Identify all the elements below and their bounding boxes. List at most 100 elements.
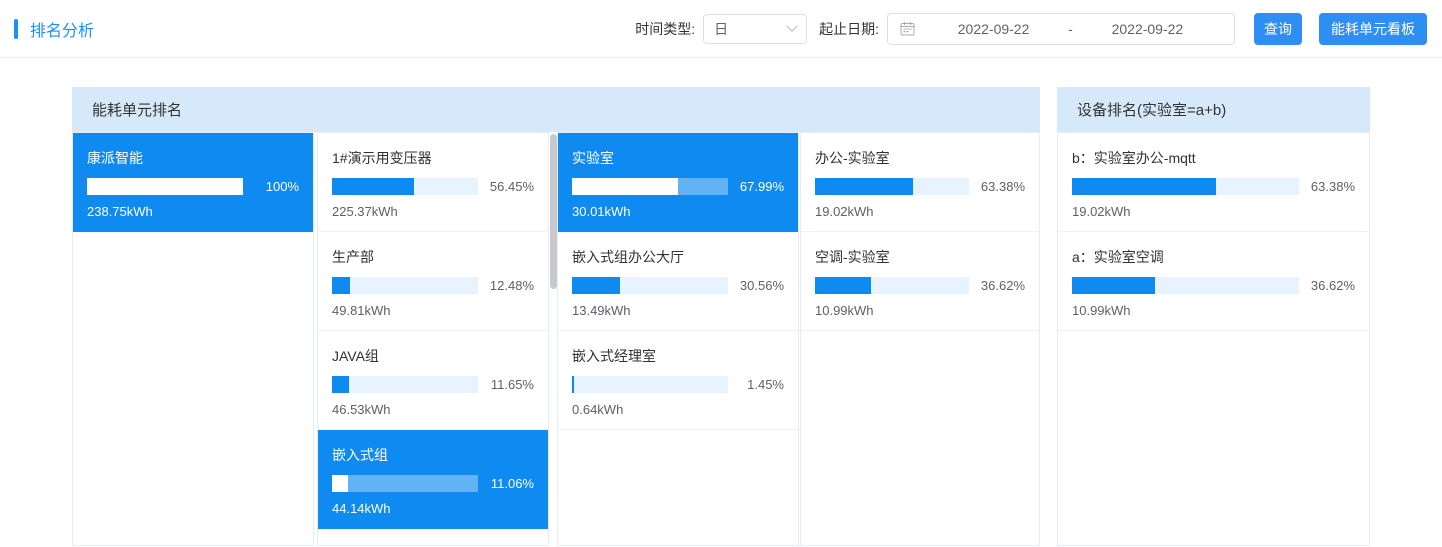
end-date-input[interactable]: 2022-09-22 [1073,21,1222,37]
energy-unit-ranking-title: 能耗单元排名 [72,87,1040,132]
progress-bar-fill [332,475,348,492]
progress-bar-track [815,277,969,294]
energy-value: 49.81kWh [332,303,534,318]
unit-name: 嵌入式组 [332,445,534,465]
progress-row: 63.38% [815,178,1025,195]
percent-label: 100% [243,179,299,194]
progress-bar-track [332,178,478,195]
energy-value: 19.02kWh [815,204,1025,219]
time-type-value: 日 [714,19,788,39]
energy-value: 225.37kWh [332,204,534,219]
progress-bar-fill [572,178,678,195]
ranking-column-level4: 办公-实验室 63.38% 19.02kWh 空调-实验室 36.62% 10.… [800,132,1040,546]
progress-bar-track [332,475,478,492]
progress-bar-fill [815,277,871,294]
progress-bar-track [572,178,728,195]
progress-bar-track [87,178,243,195]
ranking-card[interactable]: 嵌入式组 11.06% 44.14kWh [318,430,548,529]
energy-unit-ranking-body: 康派智能 100% 238.75kWh 1#演示用变压器 56.45% 225.… [72,132,1040,546]
progress-row: 36.62% [1072,277,1355,294]
ranking-card[interactable]: 嵌入式组办公大厅 30.56% 13.49kWh [558,232,798,331]
topbar: 排名分析 时间类型: 日 起止日期: 202 [0,0,1442,58]
progress-row: 36.62% [815,277,1025,294]
ranking-card[interactable]: b：实验室办公-mqtt 63.38% 19.02kWh [1058,133,1369,232]
ranking-card[interactable]: 康派智能 100% 238.75kWh [73,133,313,232]
energy-value: 30.01kWh [572,204,784,219]
unit-name: 生产部 [332,247,534,267]
progress-bar-fill [1072,277,1155,294]
ranking-card[interactable]: a：实验室空调 36.62% 10.99kWh [1058,232,1369,331]
time-type-label: 时间类型: [635,19,695,39]
device-ranking-panel: 设备排名(实验室=a+b) b：实验室办公-mqtt 63.38% 19.02k… [1057,87,1370,546]
progress-row: 100% [87,178,299,195]
progress-bar-fill [332,277,350,294]
unit-name: 嵌入式经理室 [572,346,784,366]
time-type-select[interactable]: 日 [703,14,807,44]
percent-label: 12.48% [478,278,534,293]
energy-value: 13.49kWh [572,303,784,318]
ranking-column-level1: 康派智能 100% 238.75kWh [72,132,314,546]
device-ranking-body: b：实验室办公-mqtt 63.38% 19.02kWh a：实验室空调 36.… [1057,132,1370,546]
date-range-picker[interactable]: 2022-09-22 - 2022-09-22 [887,13,1235,45]
ranking-card[interactable]: 嵌入式经理室 1.45% 0.64kWh [558,331,798,430]
unit-name: 1#演示用变压器 [332,148,534,168]
percent-label: 11.65% [478,377,534,392]
ranking-card[interactable]: 生产部 12.48% 49.81kWh [318,232,548,331]
percent-label: 36.62% [969,278,1025,293]
progress-bar-fill [1072,178,1216,195]
device-ranking-column: b：实验室办公-mqtt 63.38% 19.02kWh a：实验室空调 36.… [1057,132,1370,546]
unit-name: 嵌入式组办公大厅 [572,247,784,267]
percent-label: 63.38% [1299,179,1355,194]
energy-value: 46.53kWh [332,402,534,417]
progress-bar-fill [87,178,243,195]
progress-bar-track [332,376,478,393]
progress-bar-fill [332,376,349,393]
progress-bar-track [332,277,478,294]
ranking-card[interactable]: JAVA组 11.65% 46.53kWh [318,331,548,430]
title-accent-bar [14,19,18,39]
progress-bar-track [1072,277,1299,294]
energy-value: 0.64kWh [572,402,784,417]
unit-name: 空调-实验室 [815,247,1025,267]
percent-label: 56.45% [478,179,534,194]
toolbar-controls: 时间类型: 日 起止日期: 2022-09-22 [635,13,1427,45]
percent-label: 11.06% [478,476,534,491]
start-date-input[interactable]: 2022-09-22 [919,21,1068,37]
date-range-label: 起止日期: [819,19,879,39]
progress-bar-track [815,178,969,195]
unit-name: 办公-实验室 [815,148,1025,168]
progress-row: 63.38% [1072,178,1355,195]
calendar-icon [900,21,915,36]
unit-name: JAVA组 [332,346,534,366]
energy-value: 10.99kWh [1072,303,1355,318]
progress-row: 11.06% [332,475,534,492]
energy-value: 19.02kWh [1072,204,1355,219]
ranking-column-level3: 实验室 67.99% 30.01kWh 嵌入式组办公大厅 30.56% 13.4… [557,132,799,546]
unit-name: b：实验室办公-mqtt [1072,148,1355,168]
ranking-card[interactable]: 空调-实验室 36.62% 10.99kWh [801,232,1039,331]
progress-bar-fill [815,178,913,195]
progress-bar-fill [572,277,620,294]
ranking-column-level2: 1#演示用变压器 56.45% 225.37kWh 生产部 12.48% 49.… [317,132,549,546]
progress-bar-track [572,376,728,393]
energy-value: 238.75kWh [87,204,299,219]
progress-row: 30.56% [572,277,784,294]
device-ranking-title: 设备排名(实验室=a+b) [1057,87,1370,132]
ranking-card[interactable]: 办公-实验室 63.38% 19.02kWh [801,133,1039,232]
query-button[interactable]: 查询 [1254,13,1302,45]
unit-name: a：实验室空调 [1072,247,1355,267]
ranking-card[interactable]: 实验室 67.99% 30.01kWh [558,133,798,232]
unit-name: 实验室 [572,148,784,168]
energy-unit-ranking-panel: 能耗单元排名 康派智能 100% 238.75kWh 1#演示用变压器 56.4… [72,87,1040,546]
column-scrollbar[interactable] [550,134,557,289]
energy-value: 44.14kWh [332,501,534,516]
progress-row: 1.45% [572,376,784,393]
progress-bar-fill [332,178,414,195]
progress-row: 11.65% [332,376,534,393]
energy-value: 10.99kWh [815,303,1025,318]
main-content: 能耗单元排名 康派智能 100% 238.75kWh 1#演示用变压器 56.4… [72,87,1370,546]
percent-label: 30.56% [728,278,784,293]
percent-label: 1.45% [728,377,784,392]
energy-unit-dashboard-button[interactable]: 能耗单元看板 [1319,13,1427,45]
ranking-card[interactable]: 1#演示用变压器 56.45% 225.37kWh [318,133,548,232]
